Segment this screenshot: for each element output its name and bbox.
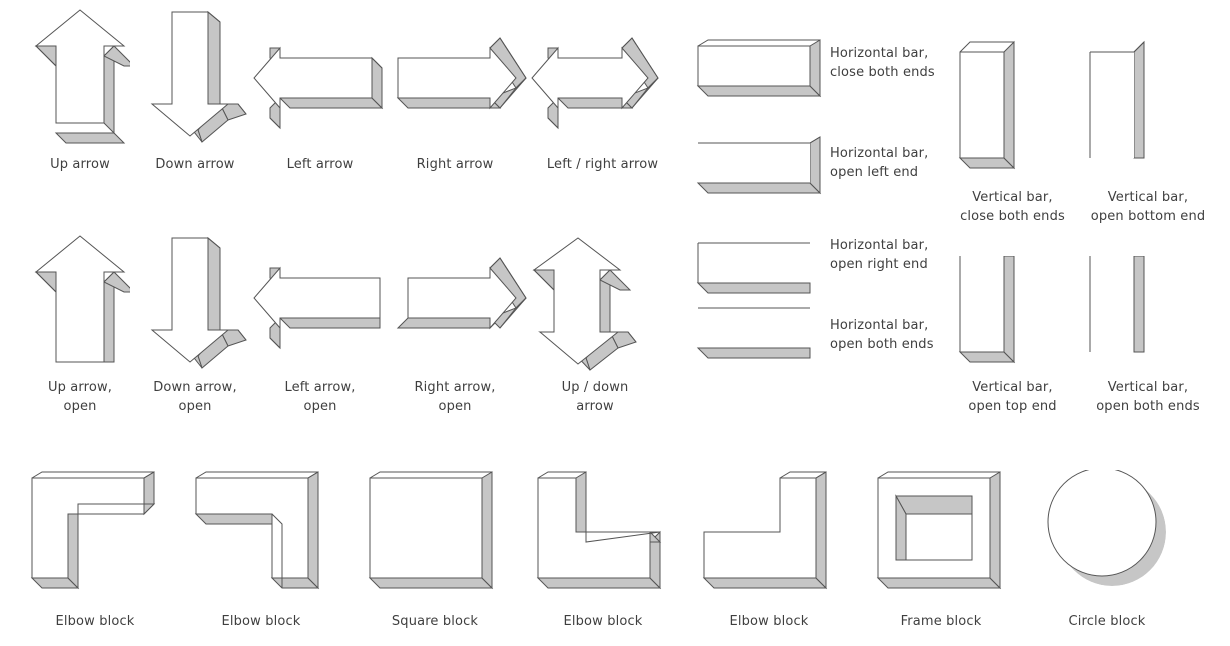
right-arrow-open-icon: [396, 257, 527, 330]
shape-hbar-open-left[interactable]: [694, 135, 824, 195]
down-arrow-icon: [150, 10, 247, 143]
hbar-open-both-icon: [696, 307, 811, 359]
vbar-close-both-icon: [958, 40, 1016, 170]
caption-left-right-arrow: Left / right arrow: [546, 157, 659, 172]
vbar-open-bottom-icon: [1089, 40, 1145, 159]
caption-elbow-block-3: Elbow block: [563, 614, 643, 629]
elbow-block-3-icon: [536, 471, 662, 590]
up-arrow-open-icon: [34, 235, 130, 363]
shape-down-arrow-open[interactable]: [150, 234, 250, 374]
caption-vbar-open-both: Vertical bar, open both ends: [1096, 380, 1200, 414]
shape-up-arrow-open[interactable]: [34, 234, 130, 374]
shape-vbar-close-both[interactable]: [956, 40, 1026, 180]
shape-hbar-open-both[interactable]: [694, 300, 824, 360]
left-arrow-icon: [253, 46, 384, 130]
caption-vbar-open-top: Vertical bar, open top end: [968, 380, 1057, 414]
shape-vbar-open-both[interactable]: [1086, 256, 1156, 376]
shape-down-arrow[interactable]: [150, 8, 250, 148]
caption-down-arrow: Down arrow: [155, 157, 235, 172]
up-arrow-icon: [34, 9, 130, 144]
stencil-canvas: Up arrow Down arrow Left arrow Right arr…: [0, 0, 1230, 646]
caption-elbow-block-2: Elbow block: [221, 614, 301, 629]
caption-square-block: Square block: [391, 614, 479, 629]
left-arrow-open-icon: [253, 266, 381, 350]
caption-frame-block: Frame block: [900, 614, 982, 629]
caption-left-arrow: Left arrow: [286, 157, 354, 172]
shape-elbow-block-2[interactable]: [192, 470, 342, 600]
shape-hbar-close-both[interactable]: [694, 38, 824, 98]
elbow-block-4-icon: [702, 471, 828, 590]
caption-right-arrow-open: Right arrow, open: [414, 380, 496, 414]
caption-left-arrow-open: Left arrow, open: [284, 380, 356, 414]
circle-block-icon: [1047, 470, 1166, 586]
caption-right-arrow: Right arrow: [416, 157, 494, 172]
vbar-open-top-icon: [958, 256, 1016, 364]
shape-elbow-block-3[interactable]: [534, 470, 684, 600]
hbar-open-right-icon: [696, 242, 811, 294]
caption-up-down-arrow: Up / down arrow: [561, 380, 629, 414]
shape-right-arrow-open[interactable]: [388, 254, 538, 359]
hbar-open-left-icon: [696, 136, 822, 195]
right-arrow-icon: [396, 37, 527, 110]
vbar-open-both-icon: [1089, 256, 1145, 353]
elbow-block-2-icon: [194, 471, 320, 590]
shape-elbow-block-1[interactable]: [28, 470, 173, 600]
caption-elbow-block-1: Elbow block: [55, 614, 135, 629]
up-down-arrow-icon: [532, 237, 637, 371]
down-arrow-open-icon: [150, 236, 247, 369]
shape-right-arrow[interactable]: [388, 34, 538, 139]
caption-vbar-close-both: Vertical bar, close both ends: [960, 190, 1065, 224]
left-right-arrow-icon: [531, 37, 659, 130]
shape-left-arrow-open[interactable]: [252, 262, 397, 357]
caption-elbow-block-4: Elbow block: [729, 614, 809, 629]
shape-left-right-arrow[interactable]: [530, 34, 675, 139]
caption-circle-block: Circle block: [1068, 614, 1146, 629]
shape-up-down-arrow[interactable]: [532, 236, 657, 376]
shape-vbar-open-top[interactable]: [956, 256, 1026, 376]
shape-left-arrow[interactable]: [252, 42, 397, 137]
shape-hbar-open-right[interactable]: [694, 235, 824, 295]
shape-vbar-open-bottom[interactable]: [1086, 40, 1156, 180]
caption-vbar-open-bottom: Vertical bar, open bottom end: [1090, 190, 1206, 224]
frame-block-icon: [876, 471, 1002, 590]
shape-square-block[interactable]: [366, 470, 511, 600]
shape-circle-block[interactable]: [1040, 470, 1185, 600]
caption-down-arrow-open: Down arrow, open: [153, 380, 237, 414]
square-block-icon: [368, 471, 494, 590]
hbar-close-both-icon: [696, 39, 822, 98]
shape-elbow-block-4[interactable]: [700, 470, 850, 600]
shape-up-arrow[interactable]: [34, 8, 130, 148]
elbow-block-1-icon: [30, 471, 156, 590]
shape-frame-block[interactable]: [874, 470, 1019, 600]
